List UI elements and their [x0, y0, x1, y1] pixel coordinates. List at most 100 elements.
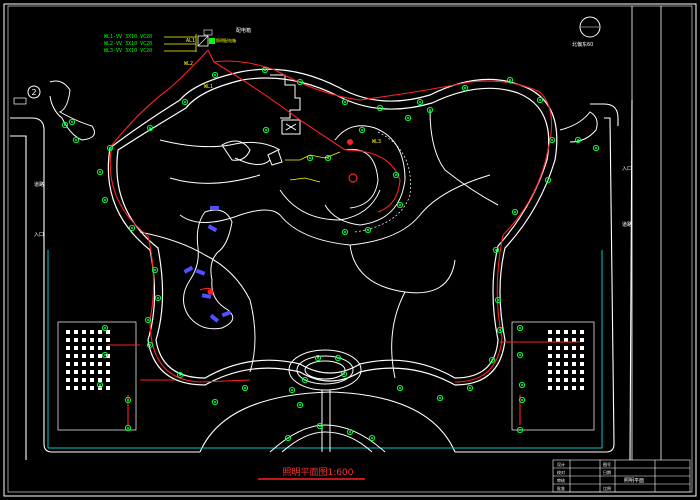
parking-stall	[90, 354, 94, 358]
lamp-core	[127, 399, 129, 401]
title-block	[552, 459, 691, 493]
lamp-core	[464, 87, 466, 89]
parking-stall	[572, 370, 576, 374]
drawing-frame	[3, 3, 697, 497]
parking-stall	[106, 370, 110, 374]
title-block-col-1: 图号	[603, 461, 611, 467]
parking-stall	[548, 330, 552, 334]
north-text: 北偏东60	[572, 41, 593, 48]
parking-stall	[548, 346, 552, 350]
lamp-core	[149, 344, 151, 346]
parking-stall	[556, 370, 560, 374]
bench-symbol	[207, 224, 218, 233]
parking-stall	[90, 386, 94, 390]
circular-amphitheatre	[324, 125, 411, 233]
parking-stall	[556, 338, 560, 342]
lamp-symbol	[544, 176, 552, 184]
parking-stall	[564, 354, 568, 358]
lamp-core	[214, 74, 216, 76]
lamp-symbol	[404, 114, 412, 122]
legend-line-2: WL2-VV 3X10 VC20	[104, 41, 152, 47]
lamp-core	[131, 227, 133, 229]
lamp-core	[104, 327, 106, 329]
bench-symbol	[210, 206, 219, 210]
gate-number: 2	[31, 88, 36, 97]
lamp-core	[157, 297, 159, 299]
parking-stall	[580, 330, 584, 334]
lamp-core	[265, 129, 267, 131]
west-gate-shape	[49, 80, 95, 141]
lamp-core	[469, 387, 471, 389]
bench-symbol	[183, 265, 194, 274]
lamp-core	[399, 204, 401, 206]
parking-stall	[74, 330, 78, 334]
parking-stall	[90, 330, 94, 334]
parking-left-cells	[66, 330, 110, 390]
parking-stall	[82, 354, 86, 358]
lamp-symbol	[518, 381, 526, 389]
building-block	[221, 74, 301, 166]
lamp-core	[149, 127, 151, 129]
parking-stall	[548, 354, 552, 358]
title-block-col-3: 比例	[603, 485, 611, 491]
parking-stall	[90, 362, 94, 366]
right-road-label: 道路	[622, 221, 632, 228]
left-road-label: 道路	[34, 181, 44, 188]
parking-stall	[556, 378, 560, 382]
lamp-symbol	[436, 394, 444, 402]
parking-stall	[98, 330, 102, 334]
parking-stall	[66, 346, 70, 350]
circuit-label-wl3: WL3	[372, 139, 381, 145]
lamp-core	[495, 249, 497, 251]
lamp-symbol	[101, 324, 109, 332]
lamp-core	[99, 384, 101, 386]
parking-stall	[74, 354, 78, 358]
lamp-core	[439, 397, 441, 399]
lamp-core	[64, 124, 66, 126]
lamp-core	[379, 107, 381, 109]
lamp-core	[361, 129, 363, 131]
lamp-symbol	[592, 144, 600, 152]
parking-stall	[90, 370, 94, 374]
parking-stall	[572, 386, 576, 390]
lamp-symbol	[96, 168, 104, 176]
lamp-core	[491, 359, 493, 361]
parking-stall	[66, 354, 70, 358]
title-block-row-4: 批准	[557, 485, 565, 491]
parking-stall	[98, 362, 102, 366]
parking-right-cells	[548, 330, 584, 390]
parking-stall	[82, 362, 86, 366]
site-boundary	[47, 250, 603, 449]
parking-stall	[564, 378, 568, 382]
site-roads	[10, 99, 633, 461]
lamp-symbol	[368, 434, 376, 442]
lamp-symbol	[461, 84, 469, 92]
parking-stall	[98, 354, 102, 358]
parking-stall	[82, 338, 86, 342]
lamp-symbol	[492, 246, 500, 254]
lamp-symbol	[262, 126, 270, 134]
bench-symbol	[209, 313, 220, 323]
lamp-core	[291, 389, 293, 391]
lamp-core	[109, 147, 111, 149]
parking-stall	[556, 330, 560, 334]
lamp-symbol	[146, 341, 154, 349]
main-loop-path	[107, 68, 558, 386]
parking-stall	[580, 378, 584, 382]
lamp-core	[367, 229, 369, 231]
parking-stall	[82, 330, 86, 334]
lamp-symbol	[241, 384, 249, 392]
lamp-symbol	[284, 434, 292, 442]
parking-stall	[66, 370, 70, 374]
lamp-core	[184, 101, 186, 103]
interior-paths	[139, 109, 499, 452]
parking-stall	[580, 370, 584, 374]
legend-line-1: WL1-VV 3X10 VC20	[104, 34, 152, 40]
legend-line-3: WL3-VV 3X10 VC20	[104, 48, 152, 54]
lamp-symbol	[511, 208, 519, 216]
parking-stall	[548, 338, 552, 342]
parking-stall	[66, 386, 70, 390]
lamp-core	[299, 81, 301, 83]
parking-stall	[548, 362, 552, 366]
lamp-core	[395, 174, 397, 176]
